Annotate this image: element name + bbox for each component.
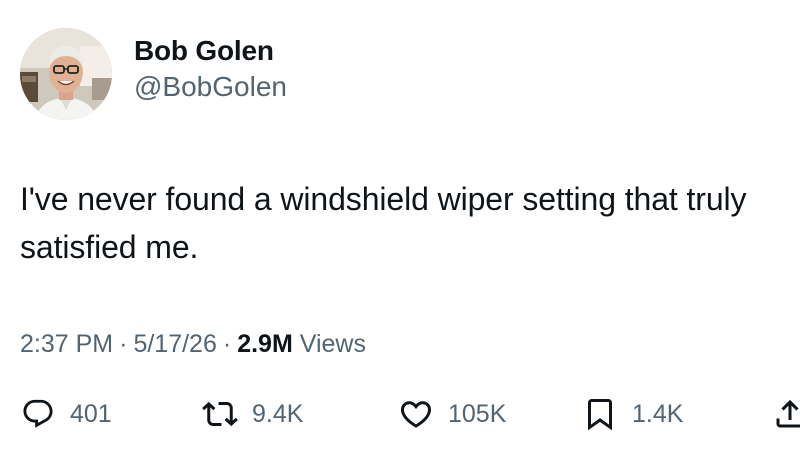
reply-icon: [20, 396, 56, 432]
share-icon: [772, 396, 800, 432]
retweet-count: 9.4K: [252, 400, 304, 428]
retweet-button[interactable]: 9.4K: [202, 392, 303, 436]
like-button[interactable]: 105K: [398, 392, 506, 436]
tweet-card: Bob Golen @BobGolen I've never found a w…: [0, 0, 800, 464]
tweet-header: Bob Golen @BobGolen: [20, 26, 287, 122]
meta-separator: ·: [119, 330, 128, 358]
like-count: 105K: [448, 400, 507, 428]
share-button[interactable]: [772, 392, 800, 436]
views-count: 2.9M: [237, 330, 293, 358]
author-handle[interactable]: @BobGolen: [134, 70, 287, 104]
avatar[interactable]: [20, 28, 112, 120]
tweet-text: I've never found a windshield wiper sett…: [20, 181, 747, 265]
heart-icon: [398, 396, 434, 432]
bookmark-button[interactable]: 1.4K: [582, 392, 683, 436]
action-bar: 401 9.4K 105K 1.4K: [20, 392, 800, 436]
avatar-photo: [20, 28, 112, 120]
reply-button[interactable]: 401: [20, 392, 112, 436]
views-label: Views: [299, 330, 366, 358]
reply-count: 401: [70, 400, 112, 428]
bookmark-icon: [582, 396, 618, 432]
bookmark-count: 1.4K: [632, 400, 684, 428]
tweet-meta: 2:37 PM · 5/17/26 · 2.9M Views: [20, 328, 366, 360]
tweet-time[interactable]: 2:37 PM: [20, 330, 113, 358]
author-display-name[interactable]: Bob Golen: [134, 34, 287, 68]
retweet-icon: [202, 396, 238, 432]
tweet-date[interactable]: 5/17/26: [133, 330, 216, 358]
author-names: Bob Golen @BobGolen: [134, 21, 287, 117]
meta-separator: ·: [222, 330, 232, 358]
